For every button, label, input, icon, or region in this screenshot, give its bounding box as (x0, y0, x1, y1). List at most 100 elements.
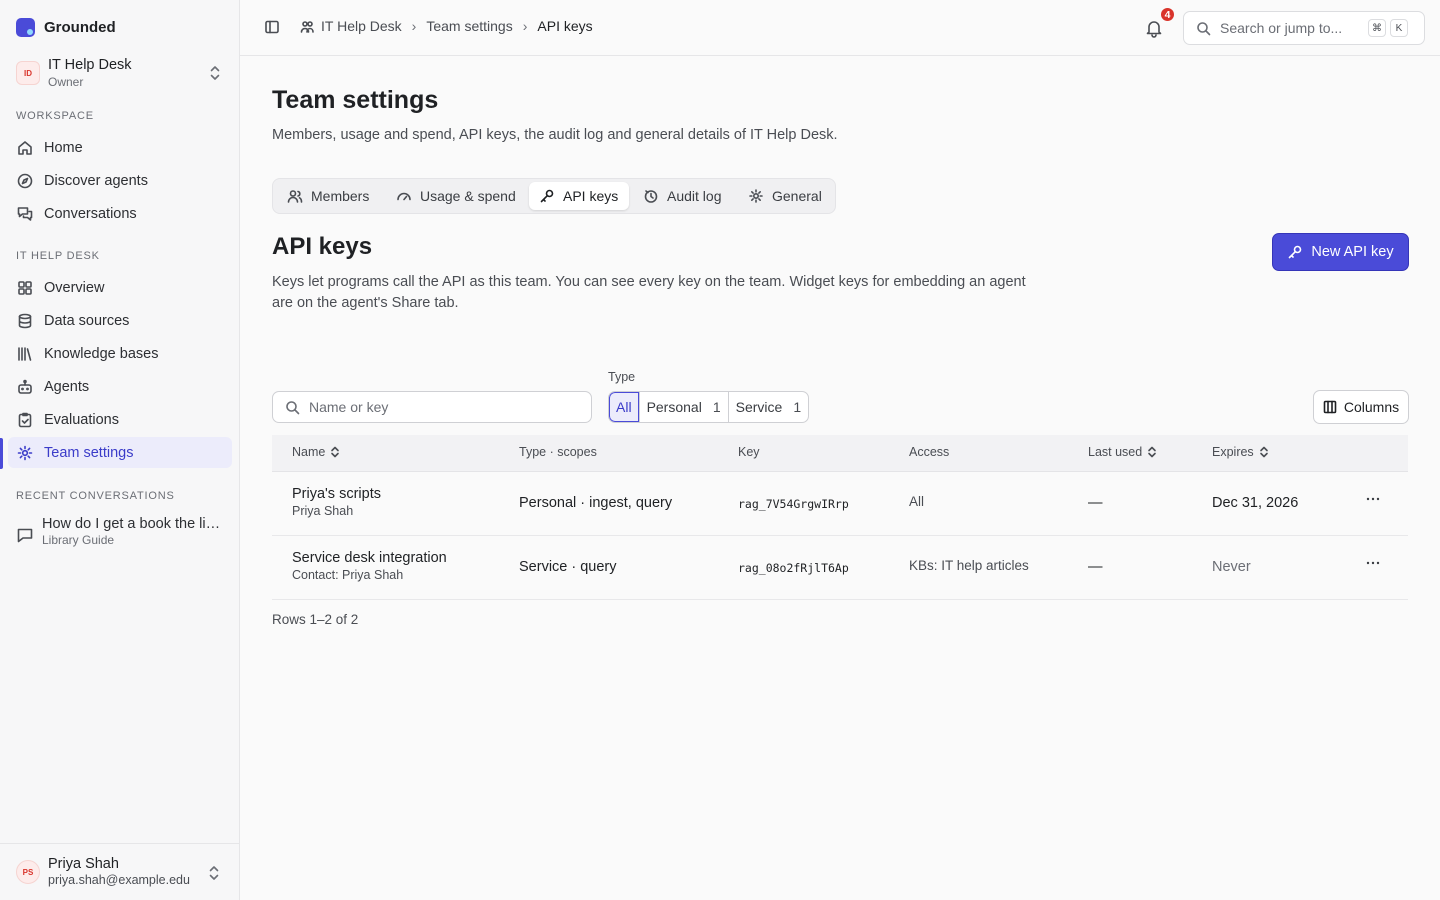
database-icon (18, 313, 32, 328)
team-avatar: ID (16, 61, 40, 85)
sidebar-item-label: Conversations (44, 205, 137, 222)
type-filter-all[interactable]: All (609, 392, 640, 422)
sidebar-item-agents[interactable]: Agents (8, 371, 232, 402)
team-role: Owner (48, 74, 84, 89)
sort-icon (1259, 446, 1268, 458)
key-last-used: — (1088, 495, 1103, 511)
more-actions-icon[interactable] (1364, 554, 1382, 572)
gear-icon (749, 189, 763, 203)
header-name[interactable]: Name (292, 445, 340, 459)
sidebar-item-label: Team settings (44, 444, 134, 461)
type-filter: All Personal 1 Service 1 (608, 391, 810, 423)
gear-icon (17, 445, 33, 460)
users-icon (287, 190, 303, 203)
key-icon (540, 189, 554, 203)
sidebar-item-knowledge-bases[interactable]: Knowledge bases (8, 338, 232, 369)
header-access: Access (909, 445, 950, 459)
audit-icon (644, 190, 658, 203)
new-api-key-label: New API key (1311, 244, 1394, 260)
key-name: Service desk integration (292, 550, 447, 566)
sidebar-item-label: Home (44, 139, 83, 156)
bell-icon[interactable] (1144, 18, 1164, 38)
sidebar-item-overview[interactable]: Overview (8, 272, 232, 303)
more-actions-icon[interactable] (1364, 490, 1382, 508)
tab-general[interactable]: General (738, 182, 832, 210)
chat-bubbles-icon (17, 206, 33, 221)
recent-conversation-item[interactable]: How do I get a book the library doesn't … (8, 512, 232, 554)
key-expires: Never (1212, 559, 1251, 575)
sidebar-item-team-settings[interactable]: Team settings (8, 437, 232, 468)
topbar: IT Help Desk › Team settings › API keys … (240, 0, 1440, 56)
table-row[interactable]: Priya's scripts Priya Shah Personal · in… (272, 472, 1408, 536)
sidebar-item-conversations[interactable]: Conversations (8, 198, 232, 229)
search-icon (286, 400, 300, 414)
key-owner: Priya Shah (292, 504, 354, 518)
workspace-section-label: WORKSPACE (16, 110, 94, 122)
user-menu[interactable]: PS Priya Shah priya.shah@example.edu (0, 843, 239, 900)
columns-button[interactable]: Columns (1313, 390, 1409, 424)
tab-label: Members (311, 188, 370, 204)
key-last-used: — (1088, 559, 1103, 575)
tab-audit-log[interactable]: Audit log (633, 182, 731, 210)
tab-label: General (772, 188, 822, 204)
columns-icon (1323, 400, 1337, 414)
tab-label: API keys (563, 188, 619, 204)
page-title: Team settings (272, 86, 439, 114)
breadcrumb-team[interactable]: IT Help Desk (321, 18, 402, 34)
header-expires[interactable]: Expires (1212, 445, 1269, 459)
breadcrumb: IT Help Desk › Team settings › API keys (300, 18, 593, 34)
clipboard-check-icon (18, 412, 32, 427)
rows-count: Rows 1–2 of 2 (272, 612, 359, 627)
header-last-used[interactable]: Last used (1088, 445, 1157, 459)
sort-icon (1148, 446, 1157, 458)
recent-conversation-title: How do I get a book the library doesn't … (42, 516, 222, 532)
notification-badge: 4 (1159, 6, 1176, 23)
home-icon (18, 140, 32, 155)
sidebar-item-label: Evaluations (44, 411, 119, 428)
tab-label: Audit log (667, 188, 722, 204)
type-filter-service[interactable]: Service 1 (729, 392, 808, 422)
sidebar-item-discover-agents[interactable]: Discover agents (8, 165, 232, 196)
tab-label: Usage & spend (420, 188, 516, 204)
team-section-label: IT HELP DESK (16, 250, 100, 262)
new-api-key-button[interactable]: New API key (1272, 233, 1409, 271)
type-filter-personal[interactable]: Personal 1 (640, 392, 729, 422)
user-email: priya.shah@example.edu (48, 873, 190, 888)
key-prefix: rag_08o2fRjlT6Ap (738, 561, 849, 575)
team-name: IT Help Desk (48, 57, 132, 74)
key-owner: Contact: Priya Shah (292, 568, 404, 582)
tab-api-keys[interactable]: API keys (529, 182, 629, 210)
sort-icon (331, 446, 340, 458)
tab-members[interactable]: Members (277, 182, 379, 210)
grid-icon (18, 280, 32, 295)
sidebar-item-evaluations[interactable]: Evaluations (8, 404, 232, 435)
compass-icon (17, 173, 33, 188)
breadcrumb-current: API keys (537, 18, 593, 34)
key-filter-input[interactable]: Name or key (272, 391, 592, 423)
settings-tabs: Members Usage & spend API keys Audit log… (272, 178, 836, 214)
key-filter-placeholder: Name or key (309, 399, 389, 415)
chevron-up-down-icon (209, 866, 219, 880)
table-row[interactable]: Service desk integration Contact: Priya … (272, 536, 1408, 600)
key-prefix: rag_7V54GrgwIRrp (738, 497, 849, 511)
brand[interactable]: Grounded (16, 18, 116, 37)
global-search-placeholder: Search or jump to... (1220, 20, 1343, 36)
header-type-scopes: Type · scopes (519, 445, 597, 459)
key-name: Priya's scripts (292, 486, 381, 502)
columns-label: Columns (1343, 399, 1400, 415)
gauge-icon (397, 192, 411, 201)
sidebar-toggle-icon[interactable] (264, 19, 280, 35)
sidebar-item-home[interactable]: Home (8, 132, 232, 163)
global-search-input[interactable]: Search or jump to... ⌘ K (1183, 11, 1425, 45)
chevron-right-icon: › (411, 18, 417, 34)
team-switcher[interactable]: ID IT Help Desk Owner (8, 52, 232, 94)
search-icon (1197, 21, 1211, 35)
recent-conversation-agent: Library Guide (42, 533, 115, 547)
breadcrumb-team-settings[interactable]: Team settings (426, 18, 512, 34)
sidebar-item-data-sources[interactable]: Data sources (8, 305, 232, 336)
user-avatar: PS (16, 860, 40, 884)
chevron-right-icon: › (522, 18, 528, 34)
tab-usage-spend[interactable]: Usage & spend (386, 182, 526, 210)
brand-logo-icon (16, 18, 35, 37)
bot-icon (18, 379, 32, 394)
